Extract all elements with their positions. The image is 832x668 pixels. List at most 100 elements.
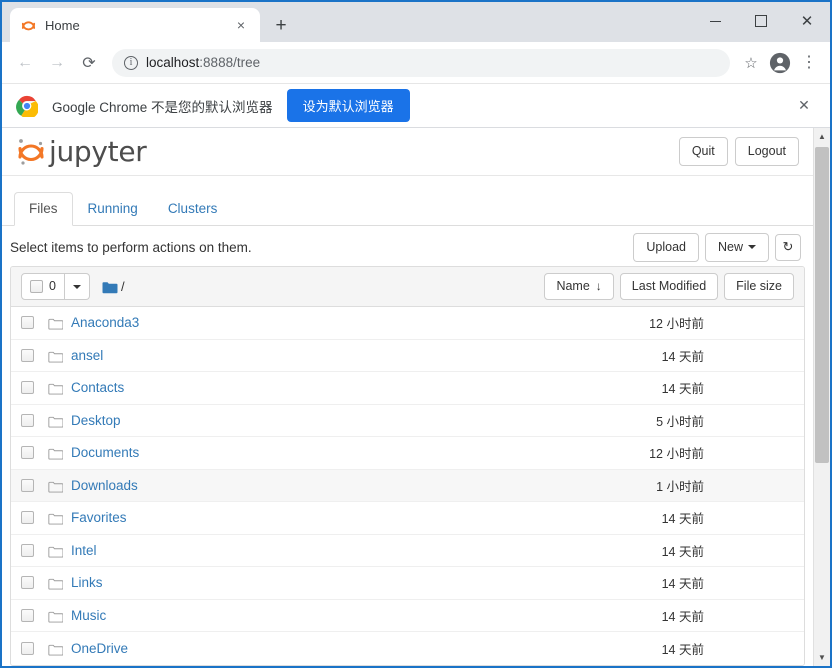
row-checkbox[interactable] [21, 316, 34, 330]
chrome-menu-icon[interactable]: ⋮ [796, 49, 822, 77]
browser-tab-title: Home [45, 17, 80, 33]
row-checkbox[interactable] [21, 381, 34, 395]
url-path: :8888/tree [199, 55, 261, 70]
last-modified-value: 1 小时前 [656, 479, 704, 494]
table-row[interactable]: Documents 12 小时前 [11, 437, 804, 470]
row-checkbox[interactable] [21, 511, 34, 525]
scroll-down-arrow-icon[interactable]: ▼ [814, 649, 830, 666]
infobar-close-icon[interactable]: ✕ [792, 94, 816, 118]
jupyter-header-actions: Quit Logout [678, 137, 799, 166]
row-checkbox[interactable] [21, 608, 34, 622]
back-icon[interactable]: ← [10, 48, 40, 78]
browser-tab-home[interactable]: Home × [10, 8, 260, 42]
file-name-link[interactable]: OneDrive [71, 641, 128, 656]
file-name-link[interactable]: Documents [71, 445, 139, 460]
file-name-link[interactable]: Contacts [71, 380, 124, 395]
table-row[interactable]: Music 14 天前 [11, 599, 804, 632]
new-dropdown-button[interactable]: New [704, 232, 769, 262]
reload-icon[interactable]: ⟳ [74, 48, 104, 78]
file-list-header: 0 / Name ↓ Last Modified File size [11, 267, 804, 307]
file-name-link[interactable]: Links [71, 575, 103, 590]
scroll-up-arrow-icon[interactable]: ▲ [814, 128, 830, 145]
last-modified-value: 14 天前 [661, 544, 704, 559]
folder-icon [48, 610, 64, 623]
file-list: 0 / Name ↓ Last Modified File size Anaco… [10, 266, 805, 666]
last-modified-value: 12 小时前 [649, 447, 704, 462]
sort-by-modified-button[interactable]: Last Modified [619, 273, 719, 300]
last-modified-value: 14 天前 [661, 609, 704, 624]
tab-close-icon[interactable]: × [232, 16, 250, 34]
table-row[interactable]: Contacts 14 天前 [11, 372, 804, 405]
table-row[interactable]: Links 14 天前 [11, 567, 804, 600]
file-name-link[interactable]: ansel [71, 348, 103, 363]
file-name-link[interactable]: Favorites [71, 510, 127, 525]
profile-avatar[interactable] [766, 49, 794, 77]
row-checkbox[interactable] [21, 576, 34, 590]
infobar-message: Google Chrome 不是您的默认浏览器 [52, 99, 273, 115]
address-bar[interactable]: i localhost:8888/tree [112, 48, 730, 77]
new-tab-button[interactable]: + [266, 10, 296, 40]
page-scrollbar[interactable]: ▲ ▼ [813, 128, 830, 666]
row-checkbox[interactable] [21, 478, 34, 492]
last-modified-value: 12 小时前 [649, 317, 704, 332]
logout-button[interactable]: Logout [734, 137, 799, 166]
page-viewport: jupyter Quit Logout Files Running Cluste… [2, 128, 830, 666]
refresh-button[interactable]: ↻ [775, 233, 801, 261]
sort-by-filesize-button[interactable]: File size [724, 273, 794, 300]
table-row[interactable]: Intel 14 天前 [11, 534, 804, 567]
forward-icon[interactable]: → [42, 48, 72, 78]
jupyter-favicon-icon [20, 17, 37, 34]
window-close-icon[interactable]: ✕ [784, 2, 830, 40]
row-checkbox[interactable] [21, 348, 34, 362]
files-toolbar: Select items to perform actions on them.… [2, 226, 813, 266]
set-default-browser-button[interactable]: 设为默认浏览器 [286, 89, 410, 122]
table-row[interactable]: OneDrive 14 天前 [11, 632, 804, 665]
table-row[interactable]: ansel 14 天前 [11, 339, 804, 372]
row-checkbox[interactable] [21, 413, 34, 427]
scrollbar-thumb[interactable] [815, 147, 829, 463]
upload-button[interactable]: Upload [633, 232, 699, 262]
table-row[interactable]: Favorites 14 天前 [11, 502, 804, 535]
default-browser-infobar: Google Chrome 不是您的默认浏览器 设为默认浏览器 ✕ [2, 84, 830, 128]
last-modified-value: 5 小时前 [656, 414, 704, 429]
window-maximize-button[interactable] [738, 2, 784, 40]
row-checkbox[interactable] [21, 543, 34, 557]
window-controls: ✕ [692, 2, 830, 40]
folder-icon [48, 512, 64, 525]
file-rows: Anaconda3 12 小时前 ansel 14 天前 Contacts 14 天前 De… [11, 307, 804, 665]
file-name-link[interactable]: Music [71, 608, 106, 623]
tab-running[interactable]: Running [73, 192, 153, 226]
last-modified-value: 14 天前 [661, 382, 704, 397]
file-name-link[interactable]: Desktop [71, 413, 121, 428]
jupyter-logo[interactable]: jupyter [16, 135, 147, 169]
folder-icon [48, 545, 64, 558]
file-name-link[interactable]: Downloads [71, 478, 138, 493]
selected-count: 0 [49, 279, 56, 293]
checkbox-icon [30, 280, 43, 293]
select-all-dropdown[interactable] [64, 273, 90, 300]
browser-toolbar: ← → ⟳ i localhost:8888/tree ☆ ⋮ [2, 42, 830, 84]
window-minimize-button[interactable] [692, 2, 738, 40]
jupyter-tab-bar: Files Running Clusters [2, 191, 813, 226]
breadcrumb-root[interactable]: / [121, 279, 125, 294]
breadcrumb-folder-icon [102, 281, 118, 293]
tab-clusters[interactable]: Clusters [153, 192, 233, 226]
file-name-link[interactable]: Anaconda3 [71, 315, 139, 330]
table-row[interactable]: Anaconda3 12 小时前 [11, 307, 804, 340]
chrome-logo-icon [16, 95, 39, 119]
table-row[interactable]: Desktop 5 小时前 [11, 404, 804, 437]
select-all-checkbox[interactable]: 0 [21, 273, 65, 300]
folder-icon [48, 577, 64, 590]
table-row[interactable]: Downloads 1 小时前 [11, 469, 804, 502]
jupyter-header: jupyter Quit Logout [2, 128, 813, 176]
site-info-icon[interactable]: i [124, 55, 138, 70]
tab-files[interactable]: Files [14, 191, 73, 226]
sort-controls: Name ↓ Last Modified File size [544, 273, 794, 300]
sort-by-name-button[interactable]: Name ↓ [544, 273, 614, 300]
row-checkbox[interactable] [21, 446, 34, 460]
file-name-link[interactable]: Intel [71, 543, 97, 558]
chevron-down-icon [748, 245, 756, 250]
row-checkbox[interactable] [21, 641, 34, 655]
bookmark-star-icon[interactable]: ☆ [738, 50, 764, 76]
quit-button[interactable]: Quit [678, 137, 728, 166]
